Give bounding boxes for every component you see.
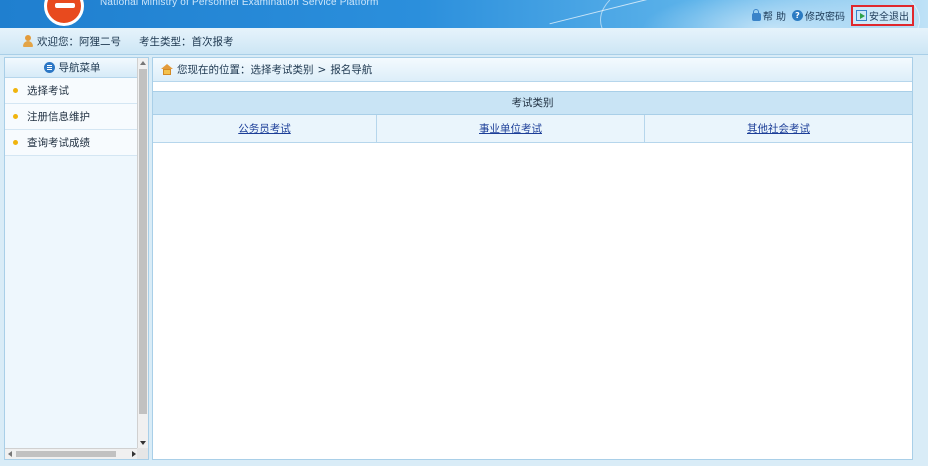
exit-icon: [856, 10, 867, 21]
table-header: 考试类别: [153, 91, 912, 115]
menu-icon: [43, 62, 55, 73]
breadcrumb-prefix: 您现在的位置：选择考试类别: [177, 64, 314, 76]
user-info-bar: 欢迎您：阿狸二号 考生类型：首次报考: [0, 28, 928, 55]
scroll-up-icon[interactable]: [140, 61, 146, 65]
question-icon: ?: [792, 10, 803, 21]
sidebar-horizontal-scrollbar[interactable]: [5, 448, 139, 459]
scrollbar-thumb[interactable]: [16, 451, 116, 457]
sidebar-title: 导航菜单: [58, 62, 101, 74]
lock-icon: [751, 9, 761, 21]
sidebar-item-registration-info[interactable]: 注册信息维护: [5, 104, 139, 130]
table-cell: 公务员考试: [153, 115, 377, 142]
help-link[interactable]: 帮 助: [751, 8, 786, 23]
site-subtitle: National Ministry of Personnel Examinati…: [100, 0, 379, 8]
top-banner: National Ministry of Personnel Examinati…: [0, 0, 928, 28]
candidate-type-text: 考生类型：首次报考: [139, 35, 234, 48]
breadcrumb: 您现在的位置：选择考试类别 > 报名导航: [153, 58, 912, 82]
sidebar-item-label: 选择考试: [27, 85, 69, 97]
exam-category-table: 考试类别 公务员考试 事业单位考试 其他社会考试: [153, 91, 912, 143]
sidebar-item-exam-scores[interactable]: 查询考试成绩: [5, 130, 139, 156]
sidebar-vertical-scrollbar[interactable]: [137, 58, 148, 448]
table-cell: 事业单位考试: [377, 115, 645, 142]
table-cell: 其他社会考试: [645, 115, 912, 142]
bullet-icon: [13, 88, 18, 93]
header-links: 帮 助 ? 修改密码 安全退出: [751, 5, 914, 26]
scroll-right-icon[interactable]: [132, 451, 136, 457]
breadcrumb-separator: >: [317, 63, 327, 76]
site-logo: [44, 0, 84, 26]
scrollbar-corner: [137, 448, 148, 459]
scroll-down-icon[interactable]: [140, 441, 146, 445]
sidebar-item-label: 查询考试成绩: [27, 137, 90, 149]
scrollbar-thumb[interactable]: [139, 69, 147, 414]
sidebar-item-label: 注册信息维护: [27, 111, 90, 123]
change-password-label: 修改密码: [805, 12, 845, 23]
sidebar: 导航菜单 选择考试 注册信息维护 查询考试成绩: [4, 57, 149, 460]
civil-servant-exam-link[interactable]: 公务员考试: [238, 121, 291, 136]
home-icon: [161, 64, 173, 75]
user-icon: [22, 35, 34, 47]
breadcrumb-current: 报名导航: [330, 64, 373, 76]
sidebar-header: 导航菜单: [5, 58, 139, 78]
logout-label: 安全退出: [869, 12, 909, 23]
public-institution-exam-link[interactable]: 事业单位考试: [479, 121, 542, 136]
welcome-text: 欢迎您：阿狸二号: [37, 35, 121, 48]
bullet-icon: [13, 140, 18, 145]
other-social-exam-link[interactable]: 其他社会考试: [747, 121, 810, 136]
help-label: 帮 助: [762, 12, 786, 23]
main-panel: 您现在的位置：选择考试类别 > 报名导航 考试类别 公务员考试 事业单位考试 其…: [152, 57, 913, 460]
scroll-left-icon[interactable]: [8, 451, 12, 457]
table-row: 公务员考试 事业单位考试 其他社会考试: [153, 115, 912, 143]
bullet-icon: [13, 114, 18, 119]
change-password-link[interactable]: ? 修改密码: [792, 8, 845, 23]
sidebar-item-select-exam[interactable]: 选择考试: [5, 78, 139, 104]
logout-link[interactable]: 安全退出: [851, 5, 914, 26]
